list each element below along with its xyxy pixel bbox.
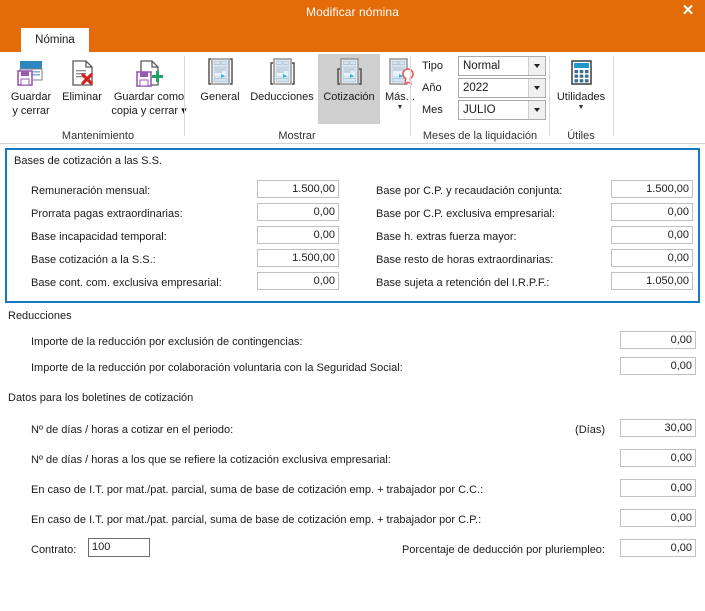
ribbon-group-label-mostrar: Mostrar [278, 130, 316, 142]
chevron-down-icon[interactable] [528, 79, 545, 97]
label-dias-horas-cotizacion-exclusiva-empresarial: Nº de días / horas a los que se refiere … [31, 454, 391, 466]
label-base-incapacidad-temporal: Base incapacidad temporal: [31, 231, 167, 243]
input-dias-horas-cotizar-periodo[interactable]: 30,00 [620, 419, 696, 437]
field-tipo: Tipo Normal [422, 56, 550, 76]
ribbon-tabstrip: Nómina [0, 24, 705, 52]
ribbon-button-label: Cotización [323, 91, 375, 103]
mes-value: JULIO [463, 104, 496, 116]
field-mes: Mes JULIO [422, 100, 550, 120]
label-it-mat-pat-parcial-cc: En caso de I.T. por mat./pat. parcial, s… [31, 484, 484, 496]
label-base-cp-recaudacion-conjunta: Base por C.P. y recaudación conjunta: [376, 185, 563, 197]
label-dias-horas-cotizar-periodo: Nº de días / horas a cotizar en el perio… [31, 424, 234, 436]
ribbon-button-guardar-como-copia-y-cerrar[interactable]: Guardar como copia y cerrar ▾ [106, 54, 192, 117]
save-close-icon [4, 56, 58, 90]
tab-nomina[interactable]: Nómina [21, 28, 89, 52]
section-title-bases-cotizacion: Bases de cotización a las S.S. [14, 155, 162, 167]
section-title-datos-boletines: Datos para los boletines de cotización [8, 392, 194, 404]
save-copy-icon [106, 56, 192, 90]
input-base-cotizacion-ss[interactable]: 1.500,00 [257, 249, 339, 267]
label-remuneracion-mensual: Remuneración mensual: [31, 185, 151, 197]
calculator-icon [553, 56, 609, 90]
form-body: Bases de cotización a las S.S. Remunerac… [0, 144, 705, 611]
ribbon-group-utiles: Utilidades ▼ Útiles [551, 52, 611, 144]
ribbon-button-label: Deducciones [250, 91, 314, 103]
input-reduccion-colaboracion-voluntaria[interactable]: 0,00 [620, 357, 696, 375]
chevron-down-icon[interactable] [528, 57, 545, 75]
input-dias-horas-cotizacion-exclusiva-empresarial[interactable]: 0,00 [620, 449, 696, 467]
label-unidad-dias: (Días) [575, 424, 605, 436]
ribbon-group-label-meses-liquidacion: Meses de la liquidación [422, 130, 538, 142]
field-ano-label: Año [422, 82, 442, 94]
ribbon-button-deducciones[interactable]: Deducciones [246, 54, 318, 104]
field-ano: Año 2022 [422, 78, 550, 98]
input-it-mat-pat-parcial-cp[interactable]: 0,00 [620, 509, 696, 527]
input-reduccion-exclusion-contingencias[interactable]: 0,00 [620, 331, 696, 349]
tipo-value: Normal [463, 60, 501, 72]
label-prorrata-pagas-extraordinarias: Prorrata pagas extraordinarias: [31, 208, 183, 220]
document-form-icon [246, 56, 318, 90]
ribbon-button-label: Guardar como [113, 91, 185, 103]
input-base-incapacidad-temporal[interactable]: 0,00 [257, 226, 339, 244]
label-base-cp-exclusiva-empresarial: Base por C.P. exclusiva empresarial: [376, 208, 555, 220]
input-remuneracion-mensual[interactable]: 1.500,00 [257, 180, 339, 198]
input-porcentaje-deduccion-pluriempleo[interactable]: 0,00 [620, 539, 696, 557]
ribbon-button-label-2: copia y cerrar ▾ [111, 104, 187, 117]
label-base-resto-horas-extraordinarias: Base resto de horas extraordinarias: [376, 254, 554, 266]
input-it-mat-pat-parcial-cc[interactable]: 0,00 [620, 479, 696, 497]
section-title-reducciones: Reducciones [8, 310, 72, 322]
label-contrato: Contrato: [31, 544, 77, 556]
label-reduccion-exclusion-contingencias: Importe de la reducción por exclusión de… [31, 336, 303, 348]
ribbon-group-label-mantenimiento: Mantenimiento [61, 130, 135, 142]
window-titlebar: Modificar nómina ✕ [0, 0, 705, 24]
input-contrato[interactable]: 100 [88, 538, 150, 557]
ribbon-group-mantenimiento: Guardar y cerrar Eliminar Guardar como c… [0, 52, 196, 144]
chevron-down-icon[interactable] [528, 101, 545, 119]
label-base-cotizacion-ss: Base cotización a la S.S.: [31, 254, 156, 266]
ribbon-button-label: Utilidades [556, 91, 606, 103]
label-base-sujeta-retencion-irpf: Base sujeta a retención del I.R.P.F.: [376, 277, 550, 289]
ribbon-button-label: Eliminar [62, 91, 102, 103]
document-form-icon [194, 56, 246, 90]
label-base-h-extras-fuerza-mayor: Base h. extras fuerza mayor: [376, 231, 517, 243]
label-porcentaje-deduccion-pluriempleo: Porcentaje de deducción por pluriempleo: [401, 544, 605, 556]
tipo-dropdown[interactable]: Normal [458, 56, 546, 76]
ribbon-button-label: General [200, 91, 240, 103]
input-base-cp-recaudacion-conjunta[interactable]: 1.500,00 [611, 180, 693, 198]
ribbon-group-separator [184, 56, 185, 136]
input-base-h-extras-fuerza-mayor[interactable]: 0,00 [611, 226, 693, 244]
ribbon-button-label: Guardar [10, 91, 52, 103]
window-title: Modificar nómina [306, 5, 399, 19]
ribbon-group-meses-liquidacion: Tipo Normal Año 2022 Mes JULIO Meses de … [412, 52, 548, 144]
chevron-down-icon[interactable]: ▼ [553, 104, 609, 112]
ribbon-button-general[interactable]: General [194, 54, 246, 104]
close-icon[interactable]: ✕ [675, 0, 701, 22]
ribbon-group-separator [549, 56, 550, 136]
label-it-mat-pat-parcial-cp: En caso de I.T. por mat./pat. parcial, s… [31, 514, 482, 526]
ribbon-group-mostrar: General Deducciones Cotización Más... ▼ … [186, 52, 415, 144]
label-base-cont-com-exclusiva-empresarial: Base cont. com. exclusiva empresarial: [31, 277, 222, 289]
ribbon-button-label-2: y cerrar [12, 104, 50, 117]
ribbon-group-separator [613, 56, 614, 136]
input-base-resto-horas-extraordinarias[interactable]: 0,00 [611, 249, 693, 267]
ribbon-button-guardar-y-cerrar[interactable]: Guardar y cerrar [4, 54, 58, 117]
input-base-sujeta-retencion-irpf[interactable]: 1.050,00 [611, 272, 693, 290]
input-base-cont-com-exclusiva-empresarial[interactable]: 0,00 [257, 272, 339, 290]
ano-value: 2022 [463, 82, 489, 94]
field-mes-label: Mes [422, 104, 443, 116]
delete-document-icon [58, 56, 106, 90]
ribbon: Guardar y cerrar Eliminar Guardar como c… [0, 52, 705, 144]
label-reduccion-colaboracion-voluntaria: Importe de la reducción por colaboración… [31, 362, 403, 374]
document-form-icon [318, 56, 380, 90]
ribbon-button-utilidades[interactable]: Utilidades ▼ [553, 54, 609, 112]
ribbon-button-cotizacion[interactable]: Cotización [318, 54, 380, 124]
ribbon-button-eliminar[interactable]: Eliminar [58, 54, 106, 104]
ribbon-group-separator [410, 56, 411, 136]
mes-dropdown[interactable]: JULIO [458, 100, 546, 120]
input-prorrata-pagas-extraordinarias[interactable]: 0,00 [257, 203, 339, 221]
input-base-cp-exclusiva-empresarial[interactable]: 0,00 [611, 203, 693, 221]
ano-dropdown[interactable]: 2022 [458, 78, 546, 98]
ribbon-group-label-utiles: Útiles [567, 130, 595, 142]
field-tipo-label: Tipo [422, 60, 443, 72]
